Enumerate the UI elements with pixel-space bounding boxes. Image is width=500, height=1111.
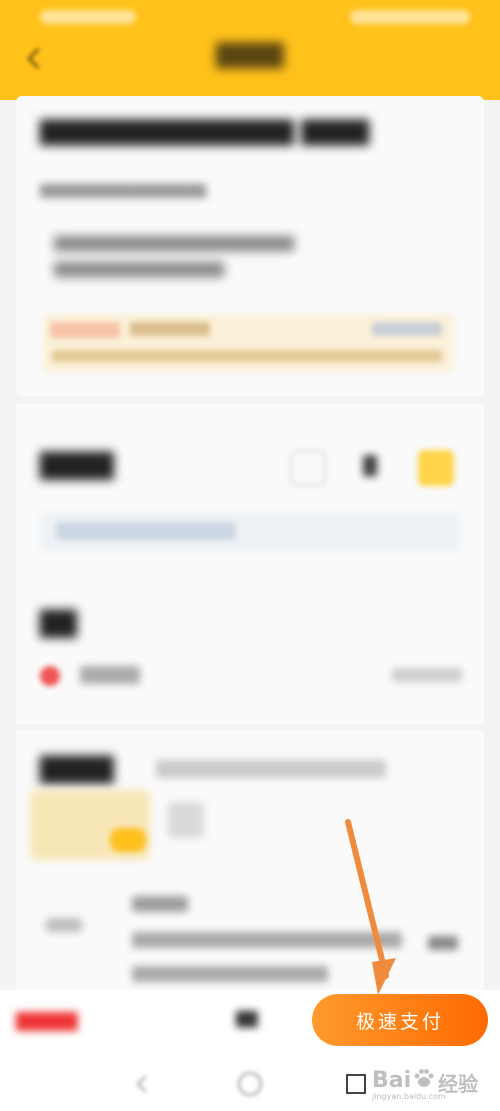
watermark-text: Bai — [372, 1068, 412, 1093]
product-title-blurred: ███████████████ ████ — [40, 121, 370, 146]
checkout-mid-label-blurred: ██ — [236, 1012, 258, 1028]
status-left-blurred — [40, 10, 136, 24]
page-title-blurred: ████ — [216, 44, 284, 69]
detail-line-1-blurred — [132, 896, 188, 912]
express-pay-button[interactable]: 极速支付 — [312, 994, 488, 1046]
thumbnail-badge — [110, 828, 146, 852]
info-notice-text-blurred — [56, 522, 236, 540]
detail-line-2-blurred — [132, 932, 402, 948]
details-title-blurred: ████ — [40, 756, 114, 784]
coupon-section-title-blurred: ██ — [40, 610, 77, 638]
coupon-detail-blurred — [52, 350, 442, 362]
quantity-plus-button[interactable] — [418, 450, 454, 486]
quantity-value-blurred: █ — [363, 456, 377, 477]
nav-home-icon[interactable] — [238, 1072, 262, 1096]
detail-action-blurred[interactable] — [428, 936, 458, 950]
nav-recent-apps-icon[interactable] — [346, 1074, 366, 1094]
coupon-text-blurred — [130, 322, 210, 336]
back-arrow-icon[interactable] — [22, 46, 46, 70]
thumbnail-side-blurred — [168, 802, 204, 838]
status-right-blurred — [350, 10, 470, 24]
product-description-blurred: ████████████████████████ ████████████████… — [54, 237, 294, 278]
baidu-jingyan-watermark: Bai 经验 jingyan.baidu.com — [372, 1062, 496, 1102]
detail-line-3-blurred — [132, 966, 328, 982]
product-meta-blurred: ██████████████████ — [40, 184, 207, 198]
baidu-paw-icon — [414, 1069, 434, 1087]
coupon-red-icon — [40, 666, 60, 686]
nav-back-icon[interactable] — [132, 1072, 156, 1096]
quantity-minus-button[interactable] — [290, 450, 326, 486]
details-subtitle-blurred — [156, 760, 386, 778]
watermark-subtext: jingyan.baidu.com — [372, 1092, 446, 1101]
status-bar — [0, 0, 500, 36]
detail-label-blurred — [46, 918, 82, 932]
coupon-row-label-blurred[interactable] — [80, 666, 140, 684]
total-price-blurred: █████ — [16, 1012, 78, 1031]
coupon-row-value-blurred[interactable] — [392, 668, 462, 682]
coupon-tag — [50, 322, 120, 338]
quantity-label-blurred: ████ — [40, 452, 114, 480]
coupon-link-blurred[interactable] — [372, 322, 442, 336]
